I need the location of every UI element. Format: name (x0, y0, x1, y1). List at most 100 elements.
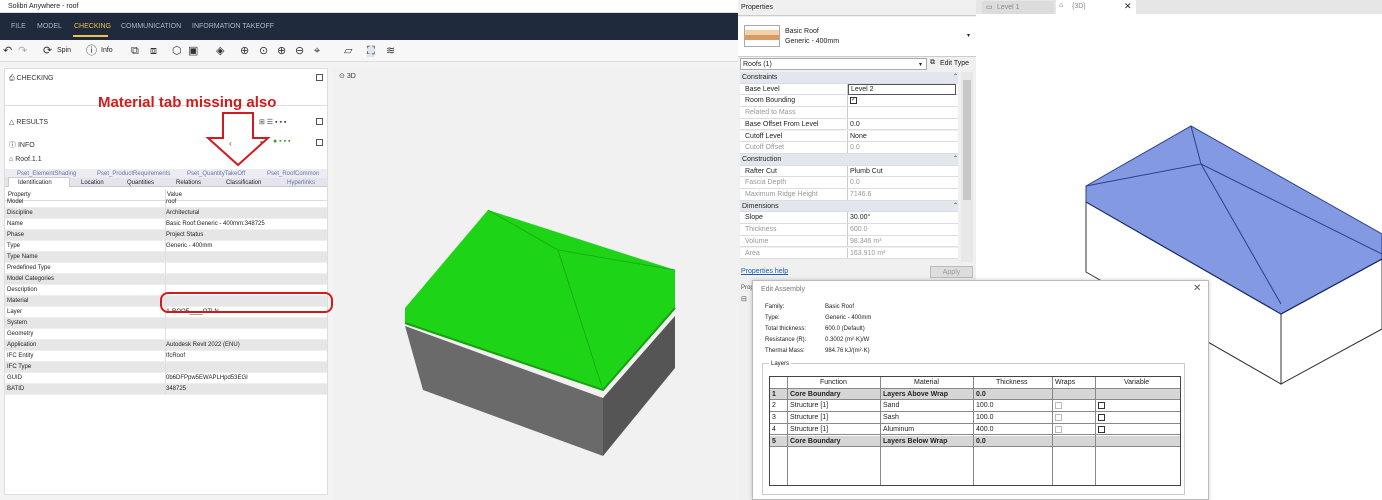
table-row[interactable]: Application Autodesk Revit 2022 (ENU) (5, 340, 327, 351)
tab-level-1[interactable]: ▭ Level 1 (982, 1, 1054, 14)
properties-scrollbar[interactable] (961, 72, 973, 262)
layer-row[interactable]: 1 Core Boundary Layers Above Wrap 0.0 (770, 388, 1180, 401)
layers-icon[interactable]: ≋ (386, 45, 395, 57)
wraps-checkbox[interactable] (1055, 402, 1062, 410)
map-icon[interactable]: ⛶ (367, 45, 375, 57)
scrollbar-thumb[interactable] (963, 80, 971, 200)
collapse-icon[interactable]: ⌃ (953, 155, 958, 162)
section-construction[interactable]: Construction ⌃ (740, 153, 958, 166)
tab-identification[interactable]: Identification (18, 180, 52, 186)
zoom-out-icon[interactable]: ⊖ (295, 45, 304, 57)
maximize-checking-icon[interactable] (316, 74, 323, 81)
components-icon[interactable]: ⧈ (150, 45, 157, 57)
roof-model[interactable] (393, 198, 683, 468)
base-level-input[interactable]: Level 2 (848, 83, 956, 95)
collapse-icon[interactable]: ⌃ (953, 73, 958, 80)
prop-row[interactable]: Thickness 600.0 (740, 224, 958, 236)
section-constraints[interactable]: Constraints ⌃ (740, 72, 958, 84)
prop-row[interactable]: Base Level Level 2 (740, 83, 958, 96)
menu-checking[interactable]: CHECKING (74, 23, 111, 30)
redo-icon[interactable]: ↷ (18, 45, 27, 57)
toolbar: ↶ ↷ ⟳ Spin ⓘ Info ⧉ ⧈ ⬡ ▣ ◈ ⊕ ⊙ ⊕ ⊖ ⌖ ⏥ … (0, 40, 738, 62)
spin-button[interactable]: Spin (57, 47, 71, 54)
column-line (1052, 377, 1053, 485)
prop-row[interactable]: Related to Mass (740, 107, 958, 119)
variable-checkbox[interactable] (1098, 402, 1105, 410)
table-row[interactable]: IFC Entity IfcRoof (5, 351, 327, 362)
zoom-in-icon[interactable]: ⊕ (277, 45, 286, 57)
variable-checkbox[interactable] (1098, 425, 1105, 433)
cube-icon[interactable]: ⬡ (172, 45, 182, 57)
table-row[interactable]: BATID 348725 (5, 384, 327, 395)
checking-icon: ⎙ (9, 75, 17, 82)
prop-row[interactable]: Room Bounding ✓ (740, 95, 958, 108)
layer-row[interactable]: 4 Structure [1] Aluminum 400.0 (770, 424, 1180, 436)
apply-button[interactable]: Apply (930, 266, 973, 278)
column-line (880, 377, 881, 485)
family-value: Basic Roof (825, 304, 855, 310)
info-icon[interactable]: ⓘ (86, 45, 97, 57)
properties-help-link[interactable]: Properties help (741, 268, 788, 275)
variable-checkbox[interactable] (1098, 414, 1105, 422)
layer-row[interactable]: 5 Core Boundary Layers Below Wrap 0.0 (770, 435, 1180, 448)
table-row[interactable]: IFC Type (5, 362, 327, 373)
zoom-selected-icon[interactable]: ⊙ (259, 45, 268, 57)
table-row[interactable]: GUID 0b6DFPpw5EWAPLHpd53EGI (5, 373, 327, 384)
instance-filter-dropdown[interactable]: Roofs (1) ▾ (740, 58, 927, 70)
prop-row[interactable]: Cutoff Level None (740, 130, 958, 143)
spin-icon[interactable]: ⟳ (43, 45, 52, 57)
select-icon[interactable]: ⌖ (314, 45, 320, 57)
view-icon: ⊙ (339, 73, 347, 80)
room-bounding-checkbox[interactable]: ✓ (850, 97, 857, 105)
tab-3d[interactable]: ⌂ {3D} ✕ (1056, 0, 1136, 14)
box-view-icon[interactable]: ▣ (188, 45, 198, 57)
properties-header: Properties (738, 0, 976, 16)
model-tree-icon[interactable]: ⧉ (131, 45, 139, 57)
results-title: RESULTS (16, 119, 49, 126)
type-dropdown-icon[interactable]: ▾ (967, 32, 970, 39)
tree-collapse-icon[interactable]: ⊟ (741, 295, 747, 303)
collapse-icon[interactable]: ⌃ (953, 202, 958, 209)
wraps-checkbox[interactable] (1055, 414, 1062, 422)
prop-row[interactable]: Volume 98.346 m³ (740, 235, 958, 248)
section-dimensions[interactable]: Dimensions ⌃ (740, 200, 958, 213)
edit-type-button[interactable]: Edit Type (940, 60, 969, 67)
mass-label: Thermal Mass: (765, 348, 805, 354)
floor-plan-icon[interactable]: ⏥ (344, 45, 352, 57)
menu-information-takeoff[interactable]: INFORMATION TAKEOFF (192, 23, 274, 30)
prop-row[interactable]: Slope 30.00° (740, 212, 958, 225)
zoom-fit-icon[interactable]: ⊕ (240, 45, 249, 57)
undo-icon[interactable]: ↶ (3, 45, 12, 57)
dialog-close-icon[interactable]: ✕ (1193, 283, 1201, 294)
layers-table: Function Material Thickness Wraps Variab… (769, 376, 1181, 486)
window-title: Solibri Anywhere - roof (0, 0, 738, 13)
close-tab-icon[interactable]: ✕ (1124, 1, 1132, 12)
3d-view[interactable]: ⊙ 3D (333, 68, 738, 500)
table-row[interactable]: Geometry (5, 329, 327, 340)
info-title: INFO (17, 142, 35, 149)
layer-row[interactable]: 2 Structure [1] Sand 100.0 (770, 400, 1180, 413)
column-line (787, 377, 788, 485)
prop-row[interactable]: Rafter Cut Plumb Cut (740, 165, 958, 178)
menu-file[interactable]: FILE (11, 23, 26, 30)
prop-row[interactable]: Cutoff Offset 0.0 (740, 142, 958, 154)
menu-communication[interactable]: COMMUNICATION (121, 23, 181, 30)
menu-model[interactable]: MODEL (37, 23, 62, 30)
info-button[interactable]: Info (101, 47, 113, 54)
prop-row[interactable]: Base Offset From Level 0.0 (740, 118, 958, 131)
section-box-icon[interactable]: ◈ (216, 45, 224, 57)
checking-title: CHECKING (16, 75, 54, 82)
edit-type-icon: ⧉ (930, 59, 935, 66)
type-selector[interactable]: Basic Roof Generic - 400mm ▾ (738, 17, 976, 57)
wraps-checkbox[interactable] (1055, 425, 1062, 433)
3d-view-title: 3D (346, 73, 356, 80)
layer-row[interactable]: 3 Structure [1] Sash 100.0 (770, 412, 1180, 424)
prop-row[interactable]: Area 163.910 m² (740, 247, 958, 260)
info-panel-icon: ⓘ (9, 142, 18, 149)
layers-header-row: Function Material Thickness Wraps Variab… (770, 377, 1180, 389)
prop-row[interactable]: Maximum Ridge Height 7146.6 (740, 189, 958, 201)
view-tabs: ▭ Level 1 ⌂ {3D} ✕ (976, 0, 1382, 14)
prop-row[interactable]: Fascia Depth 0.0 (740, 177, 958, 189)
tab-location[interactable]: Location (81, 180, 104, 186)
active-menu-underline (73, 35, 108, 37)
